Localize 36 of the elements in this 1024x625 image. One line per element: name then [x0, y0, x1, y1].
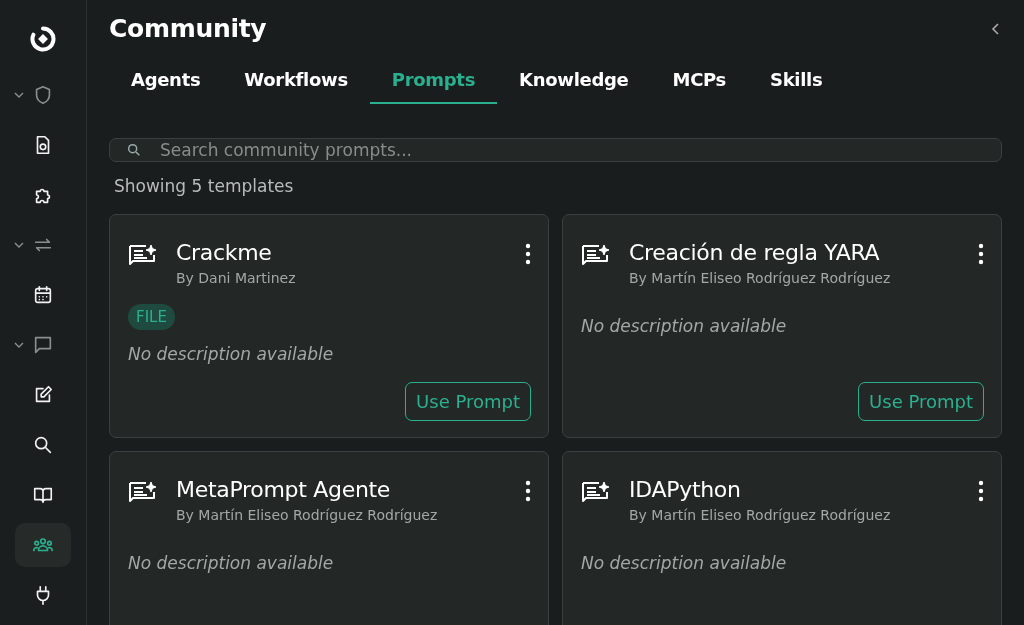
more-icon[interactable]	[525, 480, 531, 502]
card-author: By Martín Eliseo Rodríguez Rodríguez	[176, 507, 439, 523]
card-description: No description available	[128, 553, 335, 573]
card-title: IDAPython	[629, 476, 742, 504]
tab[interactable]: Skills	[748, 57, 845, 104]
use-prompt-button[interactable]: Use Prompt	[858, 382, 984, 421]
card-description: No description available	[581, 553, 788, 573]
card-author: By Martín Eliseo Rodríguez Rodríguez	[629, 507, 892, 523]
search-icon	[126, 142, 142, 158]
logo-icon[interactable]	[30, 26, 56, 52]
file-tag: FILE	[128, 304, 175, 330]
search-field[interactable]: Search community prompts...	[109, 138, 1002, 162]
card-author: By Martín Eliseo Rodríguez Rodríguez	[629, 270, 892, 286]
card-description: No description available	[581, 316, 788, 336]
tab[interactable]: MCPs	[650, 57, 749, 104]
more-icon[interactable]	[978, 243, 984, 265]
page-title: Community	[109, 14, 267, 43]
tab[interactable]: Agents	[109, 57, 223, 104]
card-title: MetaPrompt Agente	[176, 476, 392, 504]
card-title: Creación de regla YARA	[629, 239, 881, 267]
card-author: By Dani Martinez	[176, 270, 297, 286]
result-count: Showing 5 templates	[114, 176, 295, 196]
more-icon[interactable]	[525, 243, 531, 265]
card-description: No description available	[128, 344, 335, 364]
tab[interactable]: Prompts	[369, 57, 498, 104]
tab[interactable]: Knowledge	[497, 57, 651, 104]
chat-icon[interactable]	[32, 334, 54, 356]
use-prompt-button[interactable]: Use Prompt	[405, 382, 531, 421]
sidebar-item[interactable]	[15, 523, 71, 567]
tab[interactable]: Workflows	[222, 57, 370, 104]
calendar-icon[interactable]	[32, 284, 54, 306]
card-title: Crackme	[176, 239, 273, 267]
more-icon[interactable]	[978, 480, 984, 502]
search-input[interactable]: Search community prompts...	[158, 139, 985, 161]
search-icon[interactable]	[32, 434, 54, 456]
chevron-left-icon[interactable]	[990, 21, 1002, 36]
